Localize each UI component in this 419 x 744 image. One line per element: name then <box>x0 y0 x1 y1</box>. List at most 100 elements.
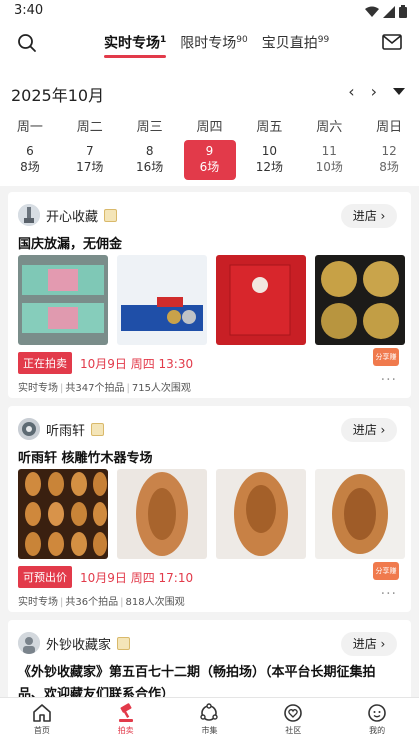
search-icon[interactable] <box>16 32 38 54</box>
next-week-button[interactable]: › <box>371 82 377 101</box>
day-session-count: 12场 <box>255 160 283 174</box>
tab-label: 限时专场 <box>180 35 237 52</box>
lot-thumbnail[interactable] <box>18 255 108 345</box>
avatar[interactable] <box>18 632 40 654</box>
day-box-selected[interactable]: 9 6场 <box>183 140 236 180</box>
tab-live-sessions[interactable]: 实时专场1 <box>104 30 167 58</box>
nav-profile[interactable]: 我的 <box>335 698 419 744</box>
day-session-count: 6场 <box>199 160 220 174</box>
thumbnail-row <box>18 255 405 345</box>
lot-thumbnail[interactable] <box>315 469 405 559</box>
session-meta: 实时专场 | 共36个拍品 | 818人次围观 <box>18 597 185 608</box>
prev-week-button[interactable]: ‹ <box>348 82 354 101</box>
wifi-icon <box>365 6 379 17</box>
day-column[interactable]: 周五 10 12场 <box>239 116 299 180</box>
nav-label: 我的 <box>369 726 386 735</box>
session-type: 实时专场 <box>18 383 58 394</box>
session-title[interactable]: 国庆放漏，无佣金 <box>18 233 122 252</box>
lot-thumbnail[interactable] <box>18 469 108 559</box>
day-box[interactable]: 7 17场 <box>64 140 116 180</box>
status-badge: 正在拍卖 <box>18 352 72 374</box>
weekday-label: 周五 <box>256 120 283 135</box>
weekday-label: 周三 <box>136 120 163 135</box>
month-title: 2025年10月 <box>11 86 105 105</box>
day-session-count: 8场 <box>20 160 40 174</box>
lot-thumbnail[interactable] <box>315 255 405 345</box>
nav-auction[interactable]: 拍卖 <box>84 698 168 744</box>
avatar[interactable] <box>18 204 40 226</box>
weekday-label: 周六 <box>316 120 343 135</box>
gavel-icon <box>118 703 133 722</box>
profile-icon <box>368 704 386 722</box>
lot-count: 共36个拍品 <box>65 597 119 608</box>
auction-time: 10月9日 周四 17:10 <box>80 570 194 585</box>
auction-time: 10月9日 周四 13:30 <box>80 356 194 371</box>
lot-thumbnail[interactable] <box>216 469 306 559</box>
day-box[interactable]: 11 10场 <box>303 140 355 180</box>
day-column[interactable]: 周二 7 17场 <box>60 116 120 180</box>
top-bar: 实时专场1 限时专场90 宝贝直拍99 <box>0 24 419 64</box>
community-icon <box>284 704 303 722</box>
day-box[interactable]: 8 16场 <box>124 140 176 180</box>
dropdown-icon[interactable] <box>393 87 405 96</box>
view-count: 818人次围观 <box>125 597 185 608</box>
day-box[interactable]: 12 8场 <box>363 140 415 180</box>
battery-icon <box>399 5 407 18</box>
tab-count: 90 <box>236 35 248 45</box>
day-session-count: 8场 <box>379 160 399 174</box>
status-bar: 3:40 <box>0 0 419 24</box>
shop-name[interactable]: 外钞收藏家 <box>46 634 111 653</box>
shop-name[interactable]: 开心收藏 <box>46 206 98 225</box>
nav-home[interactable]: 首页 <box>0 698 84 744</box>
enter-shop-button[interactable]: 进店 › <box>341 632 397 656</box>
avatar[interactable] <box>18 418 40 440</box>
enter-shop-button[interactable]: 进店 › <box>341 418 397 442</box>
tab-timed-sessions[interactable]: 限时专场90 <box>180 30 247 58</box>
auction-card[interactable]: 听雨轩 进店 › 听雨轩 核雕竹木器专场 可预出价 10月9日 周四 17:10… <box>8 406 411 612</box>
card-header: 听雨轩 <box>18 418 105 440</box>
week-days: 周一 6 8场 周二 7 17场 周三 8 16场 周四 9 6场 周五 10 … <box>0 116 419 180</box>
weekday-label: 周一 <box>16 120 43 135</box>
thumbnail-row <box>18 469 405 559</box>
day-column[interactable]: 周四 9 6场 <box>180 116 240 180</box>
share-earn-button[interactable]: 分享赚钱 <box>373 562 399 593</box>
tab-label: 实时专场 <box>104 35 160 52</box>
day-date: 10 <box>261 144 277 158</box>
card-header: 外钞收藏家 <box>18 632 131 654</box>
day-column[interactable]: 周六 11 10场 <box>299 116 359 180</box>
auction-card[interactable]: 外钞收藏家 进店 › 《外钞收藏家》第五百七十二期（畅拍场）（本平台长期征集拍品… <box>8 620 411 697</box>
lot-thumbnail[interactable] <box>216 255 306 345</box>
day-box[interactable]: 6 8场 <box>4 140 56 180</box>
market-icon <box>200 703 219 721</box>
auction-card[interactable]: 开心收藏 进店 › 国庆放漏，无佣金 正在拍卖 10月9日 周四 13:30 分… <box>8 192 411 398</box>
bottom-navigation: 首页 拍卖 市集 社区 我的 <box>0 697 419 744</box>
nav-label: 社区 <box>285 726 302 735</box>
shop-badge-icon <box>91 422 105 436</box>
status-icons <box>365 5 407 18</box>
session-title[interactable]: 《外钞收藏家》第五百七十二期（畅拍场）（本平台长期征集拍品、欢迎藏友们联系合作） <box>18 662 398 697</box>
day-box[interactable]: 10 12场 <box>243 140 295 180</box>
auction-status-row: 可预出价 10月9日 周四 17:10 <box>18 566 193 588</box>
calendar-nav: ‹ › <box>348 82 405 101</box>
day-column[interactable]: 周日 12 8场 <box>359 116 419 180</box>
session-title[interactable]: 听雨轩 核雕竹木器专场 <box>18 447 153 466</box>
tab-direct-auctions[interactable]: 宝贝直拍99 <box>262 30 329 58</box>
enter-shop-button[interactable]: 进店 › <box>341 204 397 228</box>
nav-community[interactable]: 社区 <box>251 698 335 744</box>
status-badge: 可预出价 <box>18 566 72 588</box>
nav-market[interactable]: 市集 <box>168 698 252 744</box>
weekday-label: 周四 <box>196 120 223 135</box>
lot-thumbnail[interactable] <box>117 469 207 559</box>
view-count: 715人次围观 <box>131 383 191 394</box>
more-options-icon[interactable]: ··· <box>381 586 397 602</box>
lot-thumbnail[interactable] <box>117 255 207 345</box>
more-options-icon[interactable]: ··· <box>381 372 397 388</box>
share-earn-button[interactable]: 分享赚钱 <box>373 348 399 379</box>
shop-name[interactable]: 听雨轩 <box>46 420 85 439</box>
day-column[interactable]: 周三 8 16场 <box>120 116 180 180</box>
day-column[interactable]: 周一 6 8场 <box>0 116 60 180</box>
mail-icon[interactable] <box>381 31 403 53</box>
shop-badge-icon <box>117 636 131 650</box>
day-date: 7 <box>85 144 94 158</box>
day-date: 11 <box>321 144 337 158</box>
